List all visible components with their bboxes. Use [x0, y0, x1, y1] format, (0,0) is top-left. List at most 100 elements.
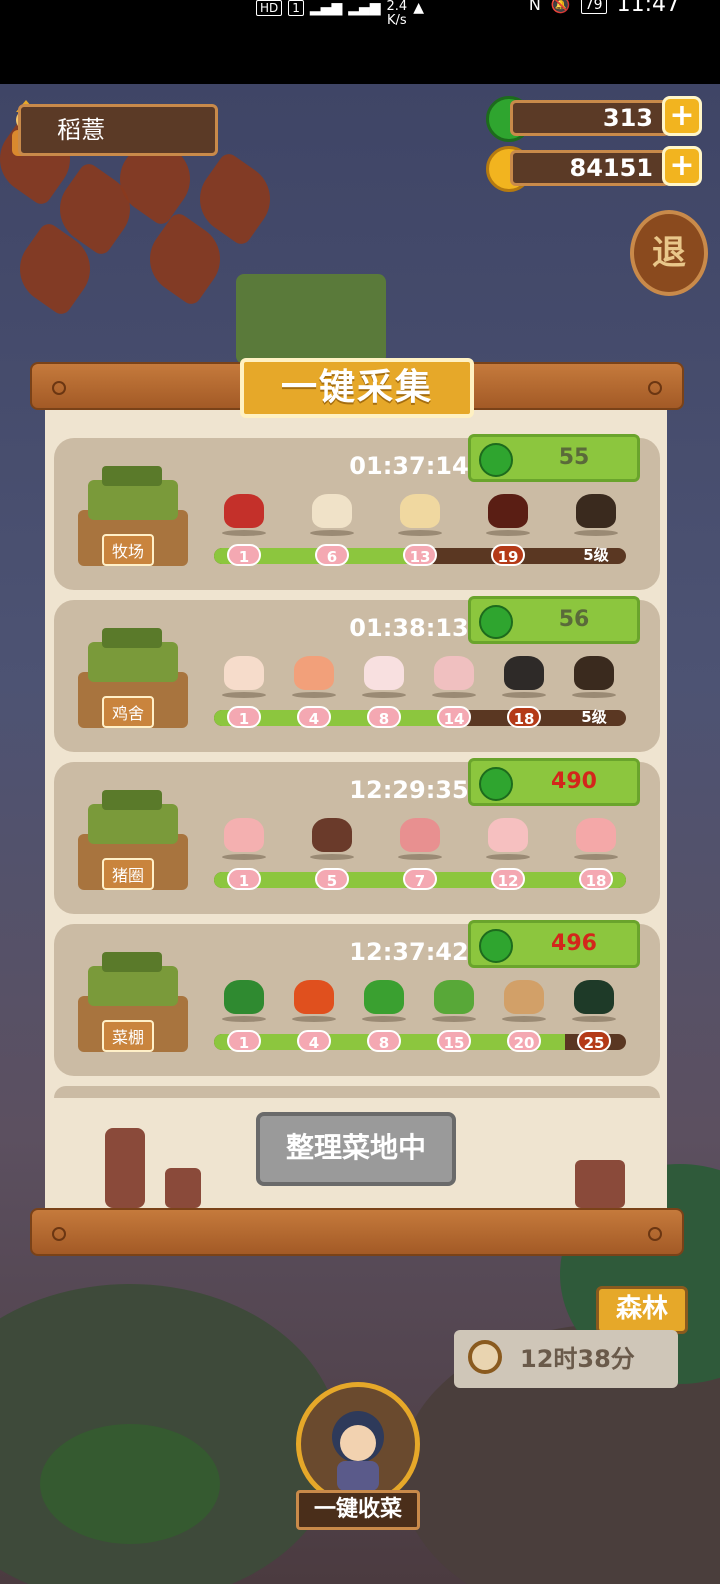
unlock-level-pill: 8 [367, 706, 401, 728]
cucumber-icon [434, 980, 474, 1014]
hd-badge: HD [256, 0, 283, 16]
item-shadow [310, 854, 354, 860]
tidy-farmland-button[interactable]: 整理菜地中 [256, 1112, 456, 1186]
speed-up-button[interactable]: 56 [468, 596, 640, 644]
speed-up-cost: 490 [551, 769, 597, 794]
meat-icon [224, 494, 264, 528]
unlock-level-pill: 14 [437, 706, 471, 728]
unlock-level-pill: 1 [227, 706, 261, 728]
farm-timer: 01:37:14 [349, 452, 469, 480]
jade-gem-icon [479, 605, 513, 639]
unlock-level-pill: 20 [507, 1030, 541, 1052]
status-right: N 🔕 79 11:47 [529, 0, 680, 17]
nfc-icon: N [528, 0, 541, 14]
farm-tag: 猪圈 [102, 858, 155, 890]
unlock-level-pill: 15 [437, 1030, 471, 1052]
speed-up-cost: 56 [558, 607, 590, 632]
farm-card: 猪圈 12:29:35 490 1 5 7 12 18 [54, 758, 660, 914]
bolt [52, 381, 66, 395]
unlock-level-pill: 5级 [581, 708, 607, 726]
pork-bowl-icon [312, 818, 352, 852]
one-click-harvest-label[interactable]: 一键收菜 [296, 1490, 420, 1530]
product-row [214, 494, 634, 538]
clock-time: 11:47 [616, 0, 680, 17]
item-shadow [572, 1016, 616, 1022]
signal-icon: ▂▄▆ [309, 0, 343, 16]
farm-tag: 鸡舍 [102, 696, 155, 728]
building-silhouette [236, 274, 386, 364]
add-coins-button[interactable]: + [662, 146, 702, 186]
unlock-level-pill: 19 [491, 544, 525, 566]
farm-timer: 01:38:13 [349, 614, 469, 642]
item-shadow [486, 854, 530, 860]
item-shadow [222, 854, 266, 860]
unlock-level-pill: 4 [297, 706, 331, 728]
egg-icon [224, 656, 264, 690]
farm-tag: 牧场 [102, 534, 155, 566]
item-shadow [502, 692, 546, 698]
item-shadow [222, 530, 266, 536]
speed-up-button[interactable]: 496 [468, 920, 640, 968]
tomato-icon [294, 980, 334, 1014]
unlock-level-pill: 7 [403, 868, 437, 890]
status-bar: HD 1 ▂▄▆ ▂▄▆ 2.4 K/s ▲ N 🔕 79 11:47 [0, 0, 720, 84]
unlock-level-pill: 1 [227, 1030, 261, 1052]
rooster-icon [434, 656, 474, 690]
unlock-level-pill: 13 [403, 544, 437, 566]
coin-counter: 84151 [510, 150, 670, 186]
forest-sign[interactable]: 森林 [596, 1286, 688, 1334]
bush [40, 1424, 220, 1544]
exit-button[interactable]: 退 [630, 210, 708, 296]
farm-card: 牧场 01:37:14 55 1 6 13 19 5级 [54, 434, 660, 590]
level-progress-bar [214, 1034, 626, 1050]
ham-icon [400, 818, 440, 852]
unlock-level-pill: 12 [491, 868, 525, 890]
item-shadow [574, 854, 618, 860]
unlock-level-pill: 5级 [583, 546, 609, 564]
bolt [648, 1227, 662, 1241]
item-shadow [292, 692, 336, 698]
product-row [214, 818, 634, 862]
speed-up-button[interactable]: 490 [468, 758, 640, 806]
unlock-level-pill: 6 [315, 544, 349, 566]
jar-decoration [105, 1128, 145, 1208]
farmer-character-icon [332, 1411, 384, 1491]
pork-leg-icon [576, 818, 616, 852]
item-shadow [292, 1016, 336, 1022]
bacon-icon [224, 818, 264, 852]
jar-decoration [575, 1160, 625, 1208]
item-shadow [398, 530, 442, 536]
milk-jar-icon [312, 494, 352, 528]
farm-timer: 12:37:42 [349, 938, 469, 966]
jar-decoration [165, 1168, 201, 1208]
item-shadow [432, 1016, 476, 1022]
mute-icon: 🔕 [550, 0, 571, 14]
chocolate-icon [488, 494, 528, 528]
jade-gem-icon [479, 443, 513, 477]
speed-up-button[interactable]: 55 [468, 434, 640, 482]
sim-badge: 1 [288, 0, 304, 16]
farm-card-partial [54, 1086, 660, 1098]
unlock-level-pill: 1 [227, 544, 261, 566]
item-shadow [486, 530, 530, 536]
app-notification-icon: ▲ [413, 0, 424, 16]
item-shadow [398, 854, 442, 860]
pork-slice-icon [488, 818, 528, 852]
player-name[interactable]: 稻薏 [18, 104, 218, 156]
net-speed: 2.4 K/s [386, 0, 408, 28]
harvest-character-button[interactable] [296, 1382, 420, 1506]
speed-up-cost: 55 [558, 445, 590, 470]
item-shadow [432, 692, 476, 698]
unlock-level-pill: 5 [315, 868, 349, 890]
unlock-level-pill: 25 [577, 1030, 611, 1052]
product-row [214, 980, 634, 1024]
box-icon [504, 980, 544, 1014]
chicken-breast-icon [294, 656, 334, 690]
add-gems-button[interactable]: + [662, 96, 702, 136]
unlock-level-pill: 18 [579, 868, 613, 890]
unlock-level-pill: 4 [297, 1030, 331, 1052]
signal-icon-2: ▂▄▆ [348, 0, 381, 16]
bolt [648, 381, 662, 395]
chicken-icon [364, 656, 404, 690]
clock-icon [468, 1340, 502, 1374]
